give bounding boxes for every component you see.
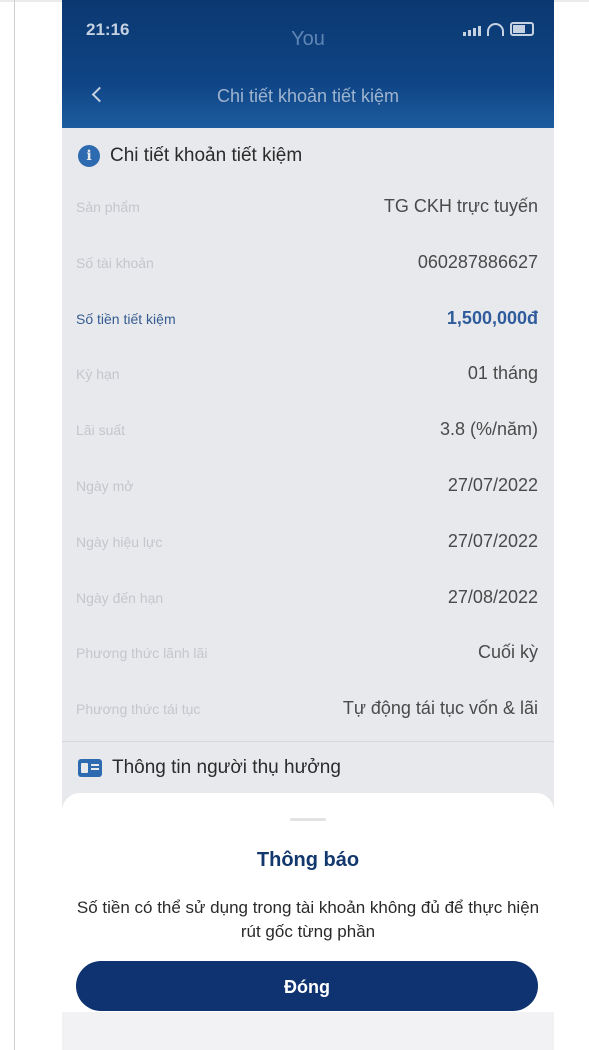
beneficiary-section-header[interactable]: Thông tin người thụ hưởng: [62, 743, 554, 793]
details-section-title: Chi tiết khoản tiết kiệm: [110, 145, 303, 166]
detail-label: Lãi suất: [76, 422, 126, 439]
detail-row-savings-amount: Số tiền tiết kiệm 1,500,000đ: [62, 292, 554, 348]
detail-label: Sản phẩm: [76, 199, 140, 215]
status-icons: [463, 22, 534, 36]
detail-value: Cuối kỳ: [477, 642, 538, 663]
detail-row-interest-rate: Lãi suất 3.8 (%/năm): [62, 403, 554, 459]
sheet-bottom-area: [62, 1012, 554, 1050]
detail-row-open-date: Ngày mở 27/07/2022: [62, 459, 554, 515]
detail-value: 27/07/2022: [447, 530, 538, 551]
detail-row-effective-date: Ngày hiệu lực 27/07/2022: [62, 515, 554, 571]
battery-icon: [510, 22, 534, 36]
details-list: Sản phẩm TG CKH trực tuyến Số tài khoản …: [62, 180, 554, 738]
detail-value: Tự động tái tục vốn & lãi: [342, 698, 538, 719]
wifi-icon: [487, 23, 504, 36]
detail-label: Ngày mở: [76, 477, 134, 494]
phone-screen: 21:16 You Chi tiết khoản tiết kiệm i Chi…: [62, 0, 554, 1050]
detail-label: Kỳ hạn: [76, 366, 120, 383]
detail-value: 1,500,000đ: [446, 307, 538, 328]
detail-row-maturity-date: Ngày đến hạn 27/08/2022: [62, 571, 554, 627]
detail-label: Phương thức lãnh lãi: [76, 645, 208, 662]
detail-value: 01 tháng: [467, 363, 538, 384]
beneficiary-section-title: Thông tin người thụ hưởng: [112, 757, 341, 778]
detail-row-renewal-method: Phương thức tái tục Tự động tái tục vốn …: [62, 682, 554, 738]
detail-row-account-number: Số tài khoản 060287886627: [62, 236, 554, 292]
detail-value: 27/07/2022: [447, 474, 538, 495]
dialog-title: Thông báo: [256, 849, 360, 871]
frame-left-border: [14, 0, 15, 1050]
notification-bottom-sheet: Thông báo Số tiền có thể sử dụng trong t…: [62, 793, 554, 1050]
detail-label: Số tiền tiết kiệm: [76, 310, 176, 327]
detail-value: 3.8 (%/năm): [439, 419, 538, 440]
detail-row-term: Kỳ hạn 01 tháng: [62, 347, 554, 403]
dialog-message: Số tiền có thể sử dụng trong tài khoản k…: [76, 898, 540, 941]
signal-icon: [463, 26, 481, 36]
section-divider: [62, 741, 554, 742]
detail-label: Phương thức tái tục: [76, 701, 201, 718]
detail-row-product: Sản phẩm TG CKH trực tuyến: [62, 180, 554, 236]
id-card-icon: [78, 759, 102, 777]
detail-label: Ngày hiệu lực: [76, 533, 163, 550]
detail-label: Ngày đến hạn: [76, 589, 164, 606]
app-header: 21:16 You Chi tiết khoản tiết kiệm: [62, 0, 554, 128]
info-icon: i: [78, 145, 100, 167]
detail-value: 27/08/2022: [447, 586, 538, 607]
page-title: Chi tiết khoản tiết kiệm: [216, 86, 400, 106]
details-section-header: i Chi tiết khoản tiết kiệm: [62, 128, 554, 184]
detail-value: TG CKH trực tuyến: [383, 196, 538, 216]
detail-row-interest-payout: Phương thức lãnh lãi Cuối kỳ: [62, 626, 554, 682]
status-bar: 21:16 You: [62, 0, 554, 50]
close-button[interactable]: Đóng: [76, 961, 538, 1011]
sheet-drag-handle[interactable]: [290, 818, 326, 821]
detail-value: 060287886627: [417, 251, 538, 272]
detail-label: Số tài khoản: [76, 254, 154, 271]
